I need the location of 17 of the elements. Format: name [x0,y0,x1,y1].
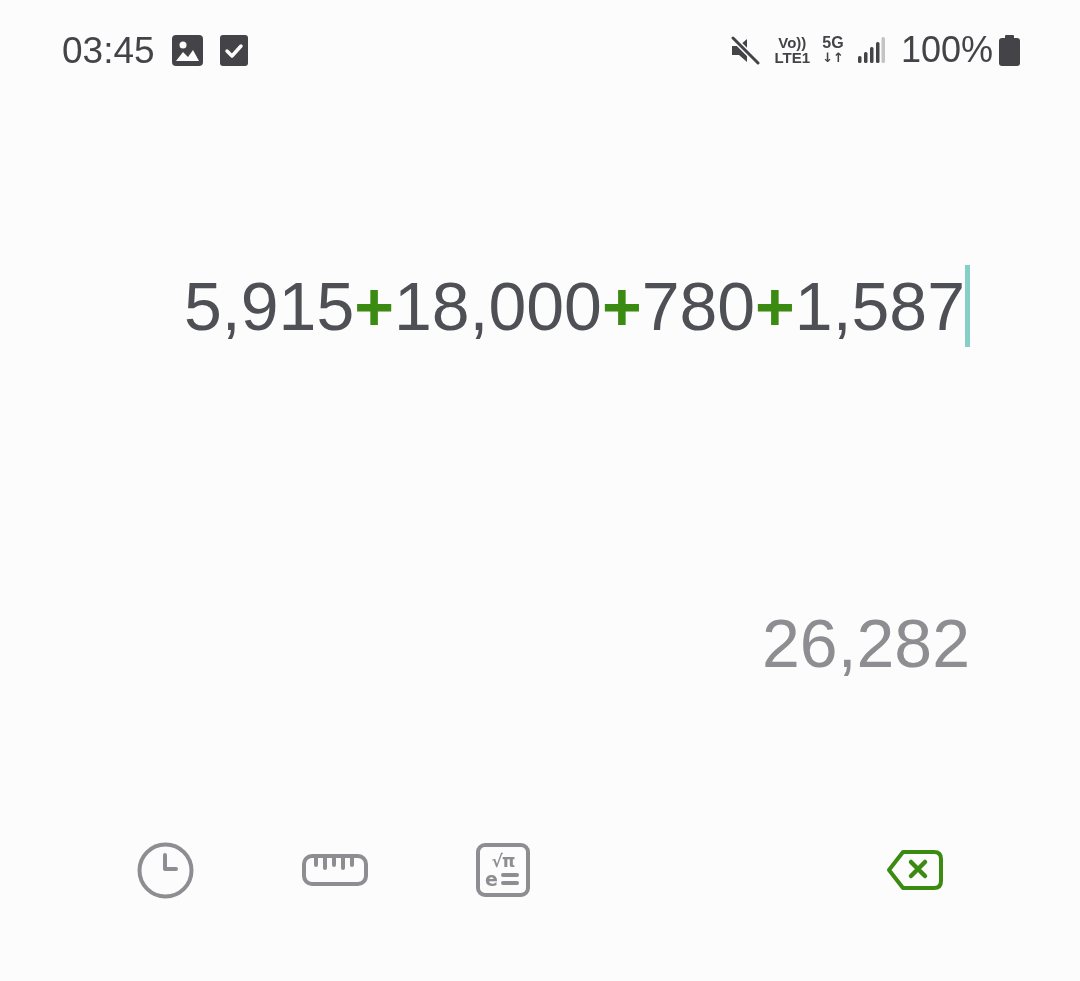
scientific-icon: √π e [476,843,530,897]
check-notification-icon [219,34,248,66]
battery-icon [999,34,1020,66]
status-time: 03:45 [62,31,155,69]
signal-icon [857,37,885,63]
data-arrows: ↓↑ [822,50,844,65]
ruler-icon [302,854,368,886]
clock-icon [136,841,194,899]
volte-label: Vo)) [778,35,807,50]
result-preview: 26,282 [762,604,970,683]
image-notification-icon [171,34,203,66]
backspace-icon [886,849,944,891]
battery-percent: 100% [900,32,993,68]
mute-icon [729,35,760,65]
expression-text[interactable]: 5,915+18,000+780+1,587 [184,265,965,347]
network-type-label: 5G [822,35,844,50]
lte-label: LTE1 [774,50,811,65]
